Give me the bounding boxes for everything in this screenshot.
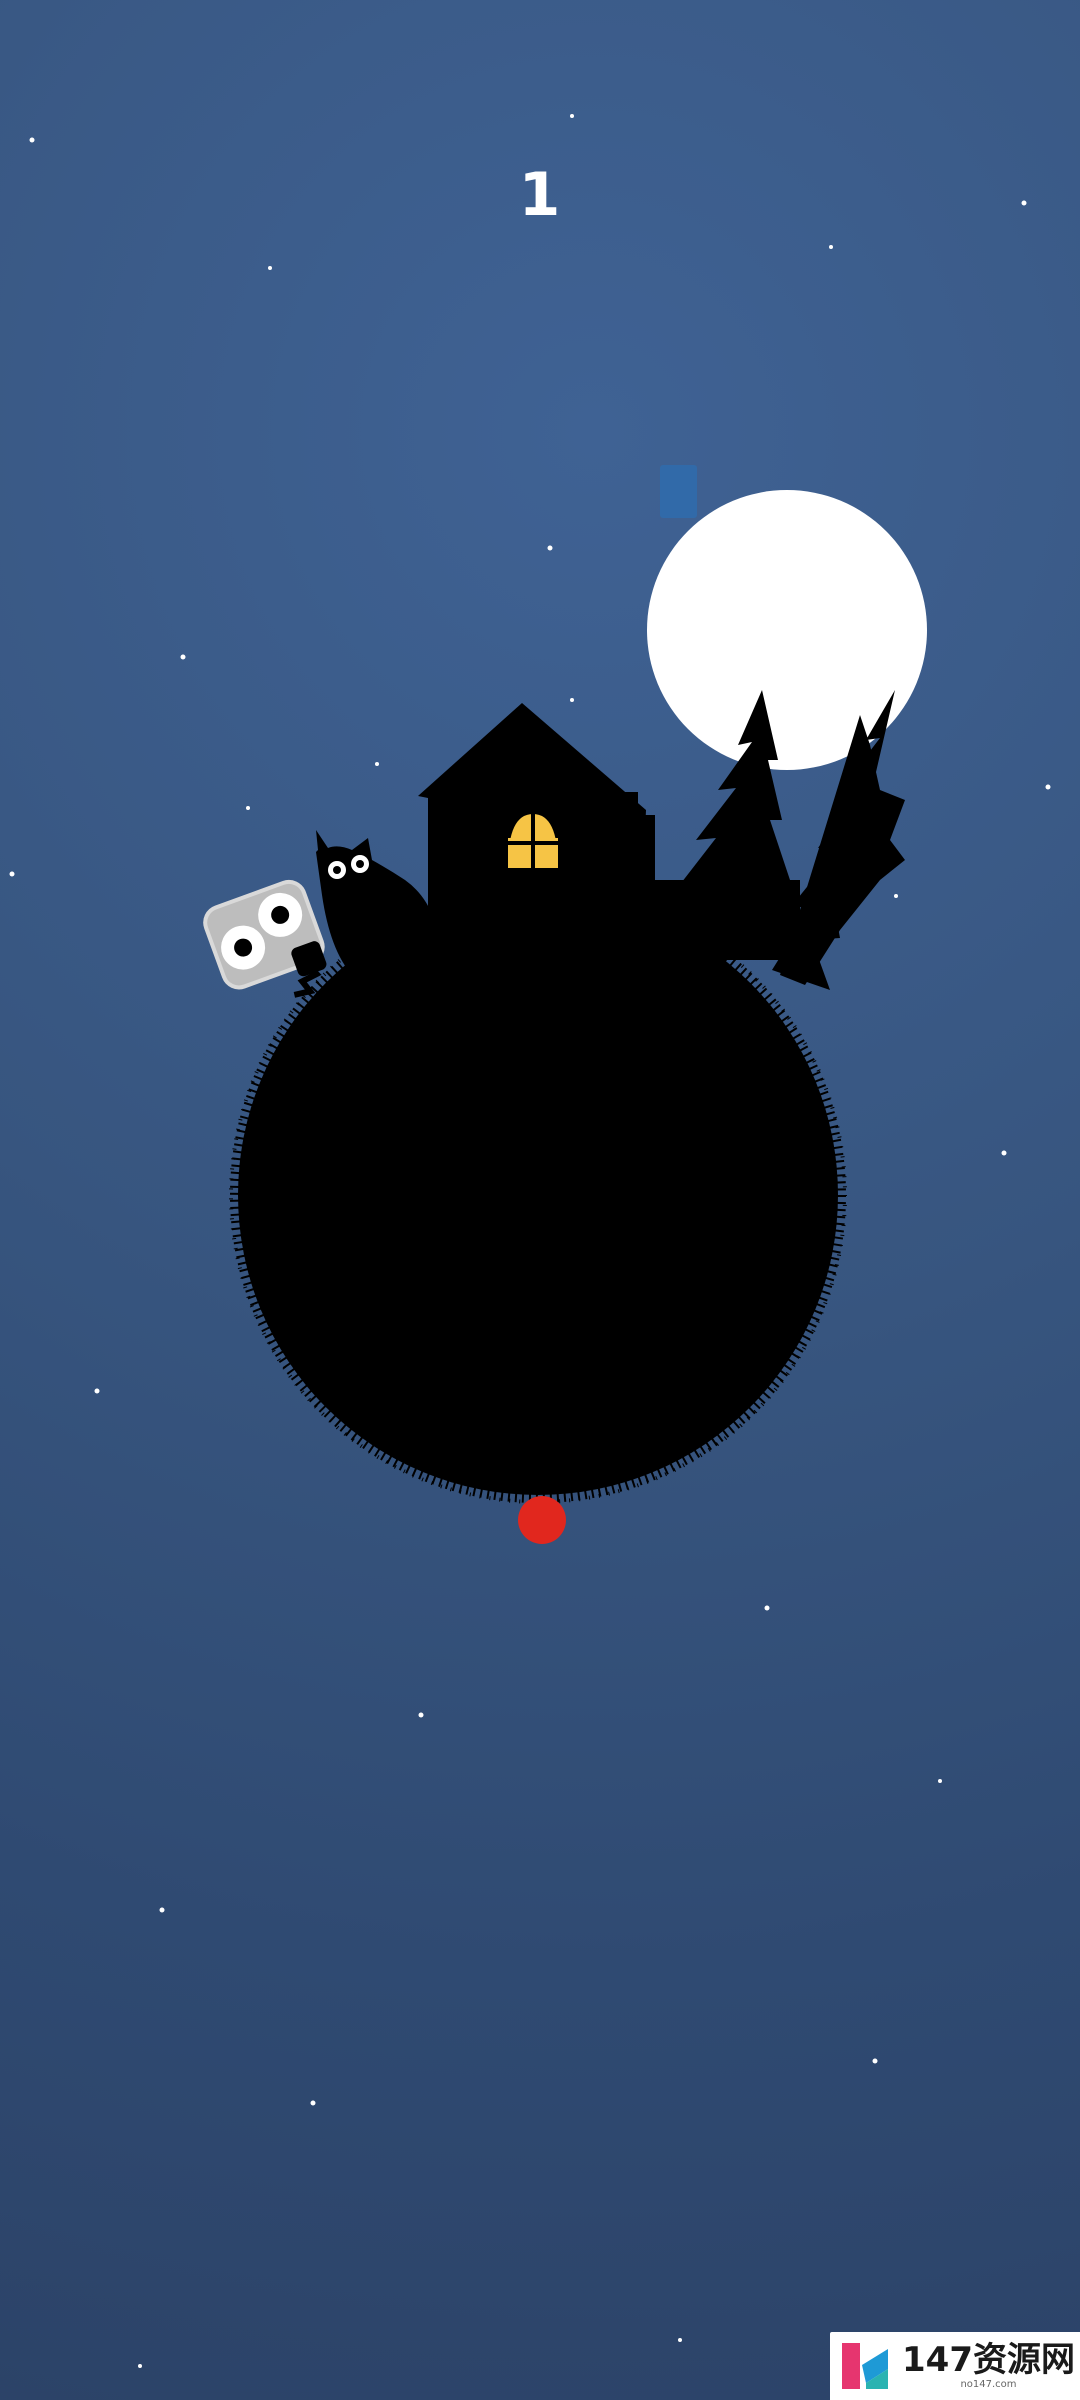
star — [894, 894, 898, 898]
star — [180, 654, 186, 660]
watermark-sub-text: no147.com — [960, 2378, 1017, 2390]
star — [268, 266, 272, 270]
star — [159, 1907, 165, 1913]
star — [547, 545, 553, 551]
game-scene — [9, 114, 1051, 2368]
watermark-logo-icon — [842, 2343, 888, 2389]
star — [570, 698, 574, 702]
planet — [229, 886, 847, 1504]
falling-block — [660, 465, 697, 518]
star — [94, 1388, 100, 1394]
watermark-badge: 147资源网 no147.com — [830, 2332, 1080, 2400]
star — [1001, 1150, 1007, 1156]
star — [678, 2338, 682, 2342]
star — [310, 2100, 316, 2106]
star — [375, 762, 379, 766]
star — [418, 1712, 424, 1718]
cat — [316, 830, 440, 975]
star — [938, 1779, 942, 1783]
star — [246, 806, 250, 810]
star — [29, 137, 35, 143]
star — [1045, 784, 1051, 790]
watermark-text: 147资源网 no147.com — [902, 2343, 1075, 2390]
star — [138, 2364, 142, 2368]
star — [829, 245, 833, 249]
watermark-main-text: 147资源网 — [902, 2339, 1075, 2380]
star — [570, 114, 574, 118]
score-counter: 1 — [518, 160, 562, 230]
star — [9, 871, 15, 877]
game-stage[interactable]: 1 147资源网 no147.com — [0, 0, 1080, 2400]
star — [764, 1605, 770, 1611]
red-ball — [518, 1496, 566, 1544]
star — [872, 2058, 878, 2064]
